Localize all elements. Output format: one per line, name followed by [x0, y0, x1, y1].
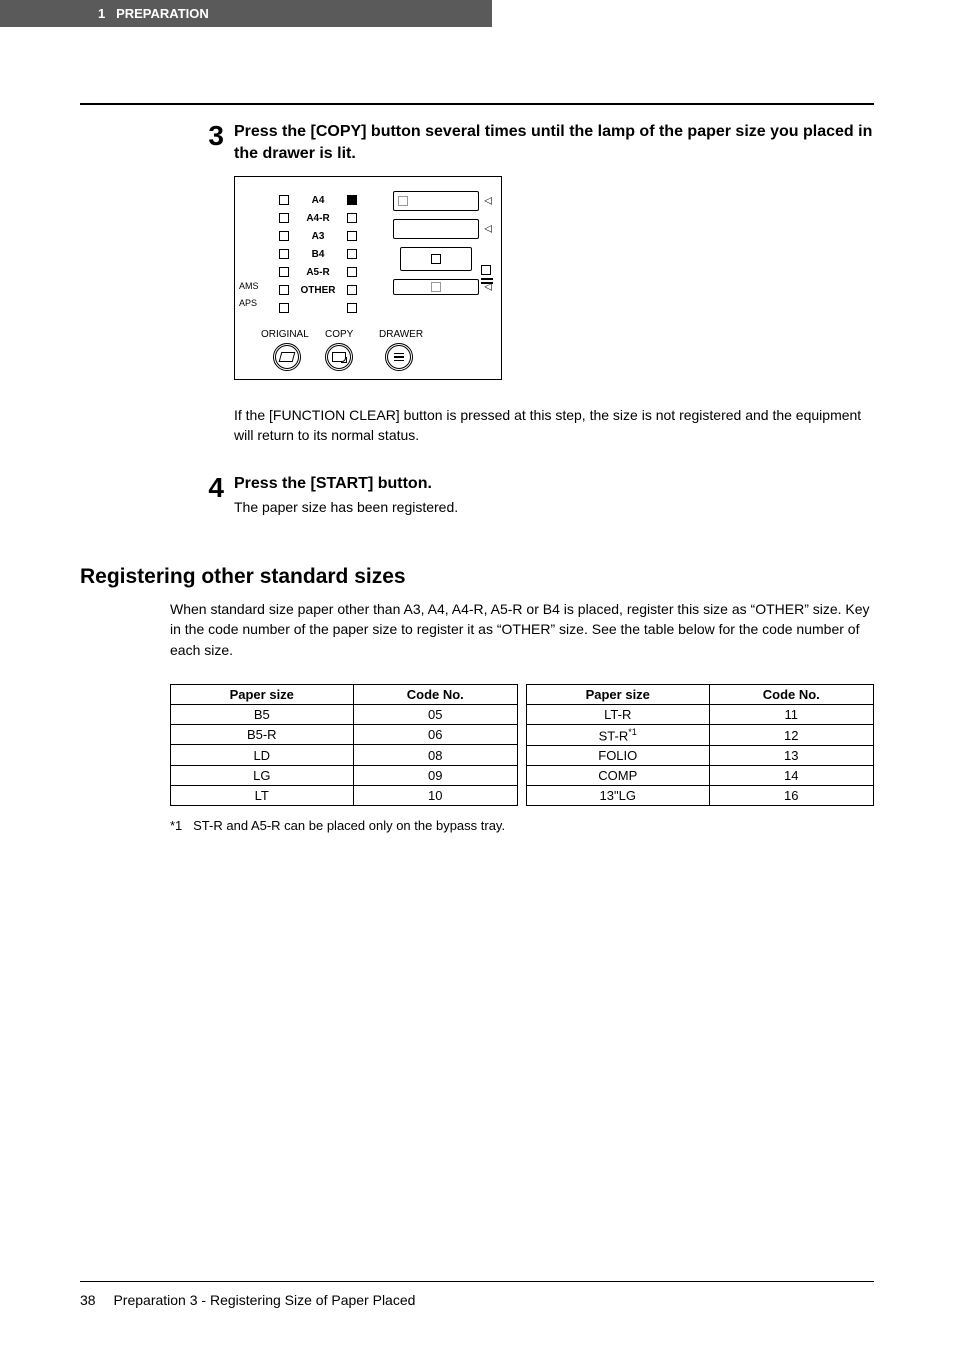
table-row: FOLIO13 [527, 746, 874, 766]
cell-size: LD [171, 745, 354, 765]
step-title: Press the [COPY] button several times un… [234, 121, 874, 164]
cell-code: 13 [709, 746, 873, 766]
cell-size: B5 [171, 704, 354, 724]
step-4: 4 Press the [START] button. The paper si… [80, 473, 874, 515]
cell-code: 14 [709, 766, 873, 786]
cell-size: COMP [527, 766, 710, 786]
size-b4: B4 [295, 249, 341, 260]
step3-note: If the [FUNCTION CLEAR] button is presse… [234, 406, 874, 445]
cell-size: ST-R*1 [527, 724, 710, 745]
cell-size: B5-R [171, 725, 354, 745]
code-table-right: Paper size Code No. LT-R11ST-R*112FOLIO1… [526, 684, 874, 806]
th-code: Code No. [709, 684, 873, 704]
cell-code: 08 [353, 745, 517, 765]
size-a3: A3 [295, 231, 341, 242]
page-number: 38 [80, 1292, 96, 1308]
table-row: ST-R*112 [527, 724, 874, 745]
th-size: Paper size [171, 684, 354, 704]
copy-button-icon [325, 343, 353, 371]
control-panel-diagram: A4 A4-R A3 B4 A5-R OTHER AMS APS ◁ ◁ ◁ O… [234, 176, 502, 380]
step4-body: The paper size has been registered. [234, 499, 458, 515]
step-title: Press the [START] button. [234, 473, 458, 495]
cell-code: 05 [353, 704, 517, 724]
drawer-diagram: ◁ ◁ ◁ [393, 191, 493, 303]
page-footer: 38 Preparation 3 - Registering Size of P… [80, 1281, 874, 1308]
code-table-left: Paper size Code No. B505B5-R06LD08LG09LT… [170, 684, 518, 806]
copy-label: COPY [325, 329, 379, 340]
step-number: 4 [194, 473, 224, 504]
cell-code: 11 [709, 704, 873, 724]
size-other: OTHER [295, 285, 341, 296]
original-label: ORIGINAL [261, 329, 325, 340]
step-number: 3 [194, 121, 224, 152]
size-a4r: A4-R [295, 213, 341, 224]
chapter-header: 1 PREPARATION [0, 0, 492, 27]
cell-code: 06 [353, 725, 517, 745]
cell-size: LT [171, 785, 354, 805]
table-row: B505 [171, 704, 518, 724]
table-row: LT10 [171, 785, 518, 805]
cell-size: 13"LG [527, 786, 710, 806]
th-size: Paper size [527, 684, 710, 704]
table-row: B5-R06 [171, 725, 518, 745]
table-row: LG09 [171, 765, 518, 785]
cell-size: FOLIO [527, 746, 710, 766]
drawer-label: DRAWER [379, 329, 439, 340]
footnote-text: ST-R and A5-R can be placed only on the … [193, 818, 505, 833]
cell-code: 12 [709, 724, 873, 745]
section-heading: Registering other standard sizes [80, 565, 874, 589]
table-row: 13"LG16 [527, 786, 874, 806]
original-button-icon [273, 343, 301, 371]
table-row: LD08 [171, 745, 518, 765]
aps-label: APS [239, 298, 259, 308]
code-tables: Paper size Code No. B505B5-R06LD08LG09LT… [170, 684, 874, 806]
cell-code: 09 [353, 765, 517, 785]
chapter-title: PREPARATION [116, 6, 209, 21]
ams-label: AMS [239, 281, 259, 291]
step-3: 3 Press the [COPY] button several times … [80, 121, 874, 164]
th-code: Code No. [353, 684, 517, 704]
cell-size: LT-R [527, 704, 710, 724]
section-intro: When standard size paper other than A3, … [170, 599, 874, 660]
table-row: COMP14 [527, 766, 874, 786]
cell-size: LG [171, 765, 354, 785]
chapter-number: 1 [98, 6, 105, 21]
footnote: *1 ST-R and A5-R can be placed only on t… [170, 818, 874, 833]
footer-text: Preparation 3 - Registering Size of Pape… [113, 1292, 415, 1308]
size-a4: A4 [295, 195, 341, 206]
size-a5r: A5-R [295, 267, 341, 278]
table-row: LT-R11 [527, 704, 874, 724]
footnote-mark: *1 [170, 818, 182, 833]
cell-code: 10 [353, 785, 517, 805]
drawer-button-icon [385, 343, 413, 371]
cell-code: 16 [709, 786, 873, 806]
horizontal-rule [80, 103, 874, 105]
